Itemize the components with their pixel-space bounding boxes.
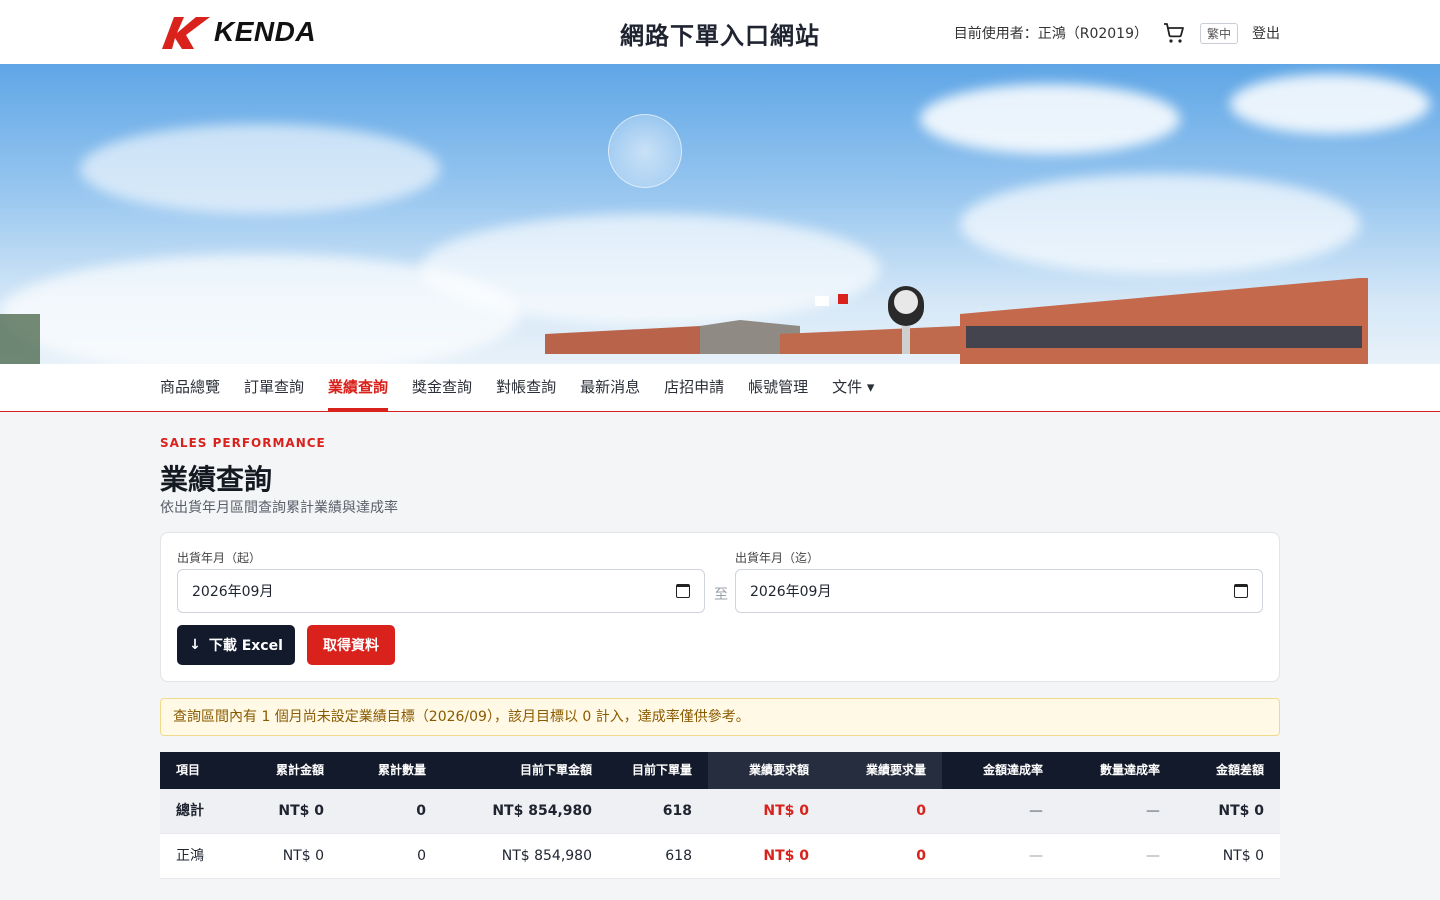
nav-item-statements[interactable]: 對帳查詢 <box>496 364 556 411</box>
nav-item-documents[interactable]: 文件 ▾ <box>832 364 874 411</box>
table-cell: 正鴻 <box>176 848 204 864</box>
table-cell: 618 <box>665 848 692 864</box>
table-cell: 618 <box>662 803 692 819</box>
col-header-cum-amount: 累計金額 <box>276 763 325 777</box>
table-cell: 0 <box>416 803 426 819</box>
col-header-amount-diff: 金額差額 <box>1215 763 1264 777</box>
col-header-order-qty: 目前下單量 <box>631 763 692 777</box>
end-month-input[interactable]: 2026年09月 <box>735 569 1263 613</box>
download-excel-button[interactable]: ↓ 下載 Excel <box>177 625 295 665</box>
current-user-label: 目前使用者：正鴻（R02019） <box>953 26 1148 42</box>
download-excel-label: 下載 Excel <box>208 638 283 654</box>
end-month-label: 出貨年月（迄） <box>735 551 820 565</box>
table-cell: — <box>1029 848 1043 864</box>
start-month-input[interactable]: 2026年09月 <box>177 569 705 613</box>
table-cell: 0 <box>916 848 926 864</box>
col-header-cum-qty: 累計數量 <box>377 763 426 777</box>
start-month-value: 2026年09月 <box>192 584 274 600</box>
sales-performance-table: 項目 累計金額 累計數量 目前下單金額 目前下單量 業績要求額 業績要求量 金額… <box>160 752 1280 879</box>
table-cell: NT$ 0 <box>1222 848 1264 864</box>
table-cell: — <box>1146 803 1160 819</box>
header-user-area: 目前使用者：正鴻（R02019） 繁中 登出 <box>954 20 1280 46</box>
col-header-item: 項目 <box>176 763 201 777</box>
nav-item-bonus[interactable]: 獎金查詢 <box>412 364 472 411</box>
table-row-total: 總計 NT$ 0 0 NT$ 854,980 618 NT$ 0 0 — — N… <box>160 789 1280 834</box>
col-header-amount-rate: 金額達成率 <box>982 763 1043 777</box>
table-cell: — <box>1146 848 1160 864</box>
table-cell: NT$ 854,980 <box>492 803 592 819</box>
table-cell: NT$ 0 <box>282 848 324 864</box>
col-header-order-amount: 目前下單金額 <box>519 763 592 777</box>
col-header-qty-rate: 數量達成率 <box>1099 763 1160 777</box>
range-separator: 至 <box>714 587 728 603</box>
table-cell: NT$ 0 <box>278 803 324 819</box>
language-switch[interactable]: 繁中 <box>1199 22 1238 44</box>
logout-link[interactable]: 登出 <box>1252 23 1280 43</box>
table-cell: 0 <box>916 803 926 819</box>
table-cell: NT$ 854,980 <box>501 848 592 864</box>
start-month-label: 出貨年月（起） <box>177 551 262 565</box>
logo-text: KENDA <box>214 16 317 47</box>
nav-items: 商品總覽 訂單查詢 業績查詢 獎金查詢 對帳查詢 最新消息 店招申請 帳號管理 … <box>160 364 874 411</box>
nav-item-orders[interactable]: 訂單查詢 <box>244 364 304 411</box>
table-cell: NT$ 0 <box>1218 803 1264 819</box>
page-title: 業績查詢 <box>160 463 273 496</box>
fetch-data-button[interactable]: 取得資料 <box>307 625 395 665</box>
page-eyebrow: SALES PERFORMANCE <box>160 436 326 450</box>
table-cell: NT$ 0 <box>763 848 809 864</box>
kenda-k-icon <box>162 17 210 49</box>
table-cell: 0 <box>417 848 426 864</box>
hero-banner <box>0 64 1440 364</box>
calendar-icon[interactable] <box>1234 584 1248 598</box>
nav-item-signage[interactable]: 店招申請 <box>664 364 724 411</box>
end-month-value: 2026年09月 <box>750 584 832 600</box>
nav-item-sales[interactable]: 業績查詢 <box>328 364 389 411</box>
nav-item-account[interactable]: 帳號管理 <box>748 364 808 411</box>
cart-icon[interactable] <box>1162 21 1186 45</box>
missing-target-notice: 查詢區間內有 1 個月尚未設定業績目標（2026/09），該月目標以 0 計入，… <box>160 698 1280 736</box>
table-cell: 總計 <box>176 803 204 819</box>
download-arrow-icon: ↓ <box>189 637 201 653</box>
kenda-logo[interactable]: KENDA <box>160 14 316 50</box>
main-nav: 商品總覽 訂單查詢 業績查詢 獎金查詢 對帳查詢 最新消息 店招申請 帳號管理 … <box>0 364 1440 412</box>
table-header: 項目 累計金額 累計數量 目前下單金額 目前下單量 業績要求額 業績要求量 金額… <box>160 752 1280 789</box>
top-header: KENDA 網路下單入口網站 目前使用者：正鴻（R02019） 繁中 登出 <box>0 0 1440 64</box>
nav-item-news[interactable]: 最新消息 <box>580 364 640 411</box>
calendar-icon[interactable] <box>676 584 690 598</box>
factory-building-illustration <box>0 278 1368 364</box>
table-cell: NT$ 0 <box>763 803 809 819</box>
table-row: 正鴻 NT$ 0 0 NT$ 854,980 618 NT$ 0 0 — — N… <box>160 834 1280 879</box>
filter-card: 出貨年月（起） 2026年09月 至 出貨年月（迄） 2026年09月 ↓ 下載… <box>160 532 1280 682</box>
table-cell: — <box>1029 803 1043 819</box>
page-subtitle: 依出貨年月區間查詢累計業績與達成率 <box>160 500 398 516</box>
col-header-target-amount: 業績要求額 <box>708 752 825 789</box>
nav-item-products[interactable]: 商品總覽 <box>160 364 220 411</box>
col-header-target-qty: 業績要求量 <box>825 752 942 789</box>
